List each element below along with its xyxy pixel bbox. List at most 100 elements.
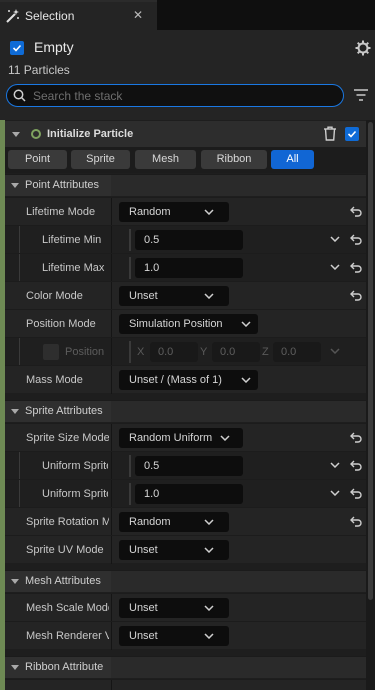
position-checkbox[interactable] — [43, 344, 59, 360]
reset-arrow-icon[interactable] — [350, 262, 362, 273]
scrollbar[interactable] — [366, 120, 375, 690]
filter-all-button[interactable]: All — [271, 150, 314, 169]
chevron-down-icon[interactable] — [330, 348, 340, 354]
sprite-attributes-section[interactable]: Sprite Attributes — [5, 400, 366, 422]
indent-guide — [19, 452, 20, 480]
chevron-down-icon — [220, 435, 230, 441]
mesh-renderer-mode-dropdown[interactable]: Unset — [119, 626, 229, 646]
selection-tab[interactable]: Selection ✕ — [0, 0, 157, 30]
chevron-down-icon[interactable] — [330, 264, 340, 270]
stack-panel: Initialize Particle Point Sprite Mesh Ri… — [0, 120, 375, 690]
param-label: Lifetime Max — [42, 262, 105, 274]
lifetime-max-input[interactable]: 1.0 — [135, 258, 243, 278]
section-title: Ribbon Attribute — [25, 661, 104, 673]
filter-icon[interactable] — [353, 88, 369, 102]
position-x-input[interactable]: 0.0 — [150, 342, 198, 362]
color-mode-dropdown[interactable]: Unset — [119, 286, 229, 306]
emitter-enabled-checkbox[interactable] — [10, 41, 24, 55]
collapse-caret-icon[interactable] — [12, 132, 20, 137]
uniform-sprite-size-min-input[interactable]: 0.5 — [135, 456, 243, 476]
section-caret-icon[interactable] — [11, 183, 19, 188]
lifetime-min-input[interactable]: 0.5 — [135, 230, 243, 250]
reset-arrow-icon[interactable] — [350, 460, 362, 471]
point-attributes-section[interactable]: Point Attributes — [5, 174, 366, 196]
position-y-input[interactable]: 0.0 — [212, 342, 260, 362]
reset-arrow-icon[interactable] — [350, 290, 362, 301]
mesh-scale-mode-dropdown[interactable]: Unset — [119, 598, 229, 618]
trash-icon[interactable] — [323, 126, 337, 141]
column-divider — [111, 424, 112, 452]
gear-icon[interactable] — [355, 40, 371, 56]
chevron-down-icon — [204, 209, 214, 215]
filter-ribbon-button[interactable]: Ribbon — [201, 150, 267, 169]
column-divider — [111, 680, 112, 690]
param-label: Position — [65, 346, 105, 358]
filter-mesh-button[interactable]: Mesh — [135, 150, 196, 169]
sprite-size-mode-dropdown[interactable]: Random Uniform — [119, 428, 243, 448]
chevron-down-icon[interactable] — [330, 490, 340, 496]
reset-arrow-icon[interactable] — [350, 516, 362, 527]
z-label: Z — [262, 346, 269, 358]
param-label: Uniform Sprite Size Min — [42, 460, 108, 472]
column-divider — [111, 226, 112, 254]
uniform-sprite-size-max-input[interactable]: 1.0 — [135, 484, 243, 504]
indent-guide — [129, 257, 131, 279]
emitter-header: Empty 11 Particles — [0, 30, 375, 120]
column-divider — [111, 480, 112, 508]
reset-arrow-icon[interactable] — [350, 488, 362, 499]
ribbon-attributes-section[interactable]: Ribbon Attribute — [5, 656, 366, 678]
dropdown-value: Unset — [129, 630, 158, 642]
magic-wand-icon — [6, 9, 19, 23]
module-header[interactable]: Initialize Particle — [5, 121, 366, 147]
filter-point-button[interactable]: Point — [8, 150, 67, 169]
filter-sprite-button[interactable]: Sprite — [71, 150, 130, 169]
tab-bar: Selection ✕ — [0, 0, 375, 30]
search-box[interactable] — [6, 84, 344, 107]
lifetime-min-row: Lifetime Min 0.5 — [5, 225, 366, 254]
input-value: 0.5 — [144, 234, 160, 246]
dropdown-value: Unset — [129, 290, 158, 302]
sprite-rotation-mode-dropdown[interactable]: Random — [119, 512, 229, 532]
close-tab-icon[interactable]: ✕ — [133, 8, 143, 22]
chevron-down-icon — [204, 547, 214, 553]
lifetime-max-row: Lifetime Max 1.0 — [5, 253, 366, 282]
chevron-down-icon[interactable] — [330, 236, 340, 242]
input-value: 1.0 — [144, 262, 160, 274]
mesh-attributes-section[interactable]: Mesh Attributes — [5, 570, 366, 592]
param-label: Sprite Rotation Mode — [26, 516, 109, 528]
y-label: Y — [200, 346, 208, 358]
indent-guide — [19, 338, 20, 366]
search-input[interactable] — [33, 87, 333, 104]
param-label: Sprite UV Mode — [26, 544, 104, 556]
module-status-icon — [31, 129, 41, 139]
param-label: Mesh Renderer Visibility — [26, 630, 109, 642]
section-caret-icon[interactable] — [11, 409, 19, 414]
scrollbar-thumb[interactable] — [368, 122, 373, 600]
column-divider — [111, 310, 112, 338]
input-value: 0.0 — [220, 346, 236, 358]
sprite-uv-mode-dropdown[interactable]: Unset — [119, 540, 229, 560]
chevron-down-icon[interactable] — [330, 462, 340, 468]
section-caret-icon[interactable] — [11, 665, 19, 670]
input-value: 0.0 — [158, 346, 174, 358]
position-mode-dropdown[interactable]: Simulation Position — [119, 314, 258, 334]
lifetime-mode-dropdown[interactable]: Random — [119, 202, 229, 222]
chevron-down-icon — [241, 377, 251, 383]
column-divider — [111, 338, 112, 366]
chevron-down-icon — [204, 293, 214, 299]
module-title: Initialize Particle — [47, 128, 134, 140]
position-z-input[interactable]: 0.0 — [273, 342, 321, 362]
indent-guide — [129, 341, 131, 363]
section-caret-icon[interactable] — [11, 579, 19, 584]
column-divider — [111, 452, 112, 480]
reset-arrow-icon[interactable] — [350, 234, 362, 245]
reset-arrow-icon[interactable] — [350, 206, 362, 217]
search-icon — [13, 89, 26, 102]
module-enabled-checkbox[interactable] — [345, 127, 359, 141]
dropdown-value: Simulation Position — [129, 318, 223, 330]
reset-arrow-icon[interactable] — [350, 432, 362, 443]
color-mode-row: Color Mode Unset — [5, 281, 366, 310]
mass-mode-dropdown[interactable]: Unset / (Mass of 1) — [119, 370, 258, 390]
position-mode-row: Position Mode Simulation Position — [5, 309, 366, 338]
sprite-rotation-mode-row: Sprite Rotation Mode Random — [5, 507, 366, 536]
